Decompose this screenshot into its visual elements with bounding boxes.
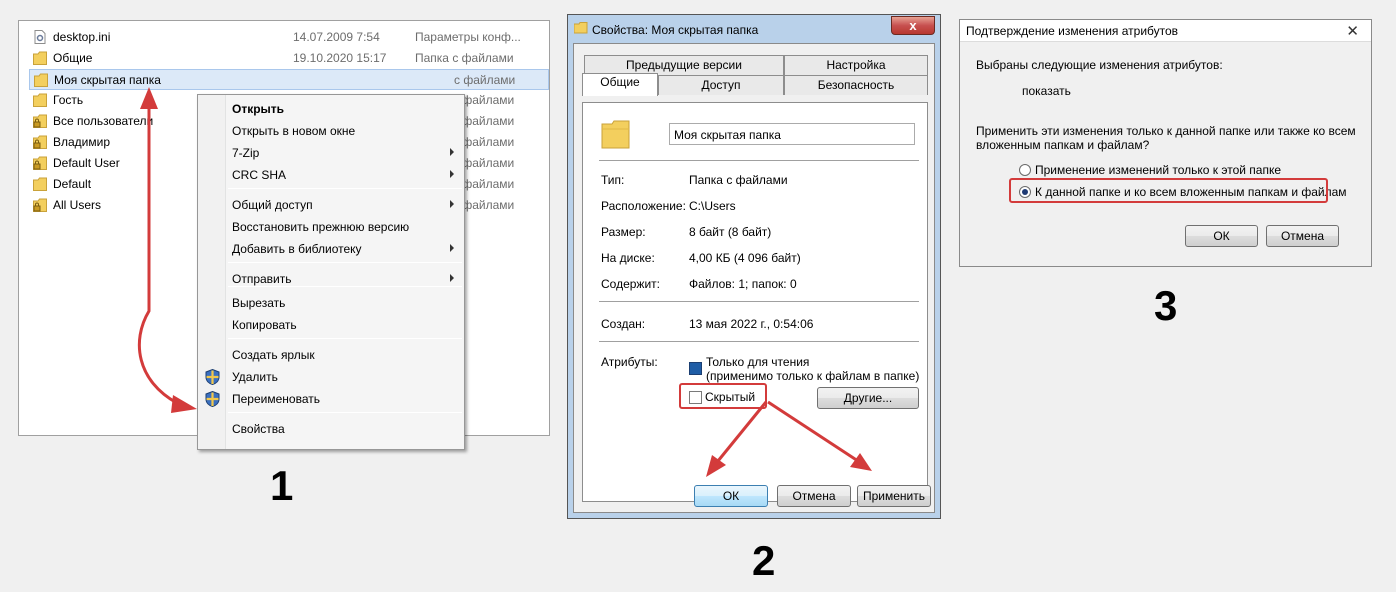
tab-general[interactable]: Общие — [582, 73, 658, 96]
ok-button[interactable]: ОК — [1185, 225, 1258, 247]
step-number-2: 2 — [752, 537, 776, 584]
step-number-3: 3 — [1154, 282, 1178, 329]
option-highlight — [1009, 178, 1328, 203]
question-line-1: Применить эти изменения только к данной … — [976, 124, 1356, 138]
explorer-window: desktop.ini 14.07.2009 7:54 Параметры конф… — [18, 20, 550, 450]
question-line-2: вложенным папкам и файлам? — [976, 138, 1150, 152]
intro-text: Выбраны следующие изменения атрибутов: — [976, 58, 1223, 72]
option-this-folder-radio[interactable] — [1019, 164, 1031, 176]
close-icon[interactable]: ✕ — [1346, 22, 1359, 40]
dialog-body: Выбраны следующие изменения атрибутов: п… — [964, 44, 1367, 262]
dialog-title: Подтверждение изменения атрибутов — [966, 24, 1179, 38]
change-text: показать — [1022, 84, 1071, 98]
properties-dialog: Свойства: Моя скрытая папка x Предыдущие… — [567, 14, 941, 519]
title-bar: Подтверждение изменения атрибутов ✕ — [960, 20, 1371, 42]
step-number-1: 1 — [270, 462, 294, 509]
confirm-attribute-dialog: Подтверждение изменения атрибутов ✕ Выбр… — [959, 19, 1372, 267]
cancel-button[interactable]: Отмена — [1266, 225, 1339, 247]
annotation-arrow-1 — [137, 87, 197, 413]
option-this-folder-label: Применение изменений только к этой папке — [1035, 163, 1282, 177]
